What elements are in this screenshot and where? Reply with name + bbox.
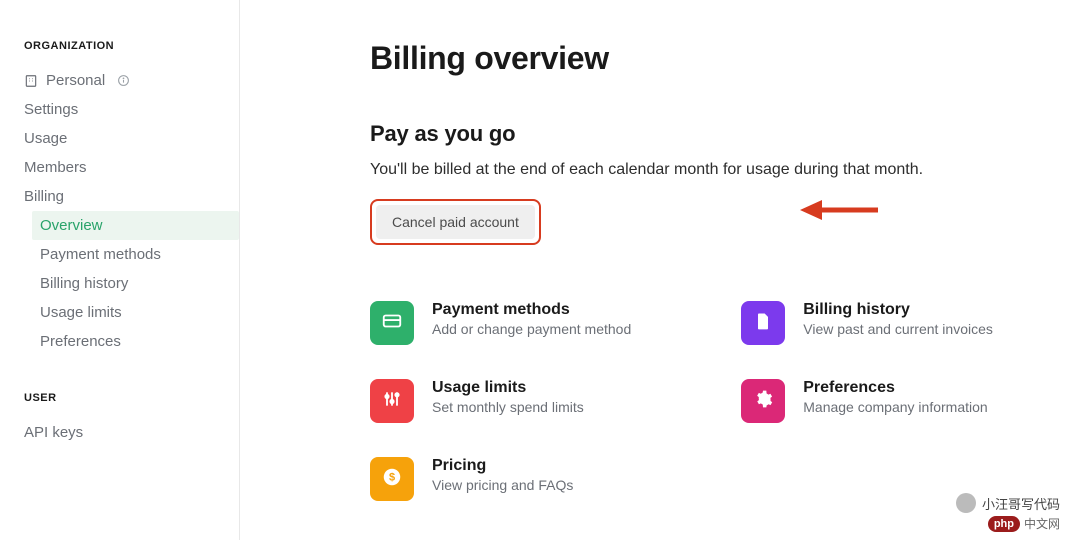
sidebar-header-user: USER bbox=[20, 392, 239, 404]
cards-column-right: Billing history View past and current in… bbox=[741, 301, 993, 501]
watermark-pill: php bbox=[988, 516, 1020, 532]
sidebar-item-label: API keys bbox=[24, 424, 83, 441]
sidebar-subitem-preferences[interactable]: Preferences bbox=[32, 327, 239, 356]
card-usage-limits[interactable]: Usage limits Set monthly spend limits bbox=[370, 379, 631, 423]
card-title: Preferences bbox=[803, 379, 987, 397]
card-desc: Set monthly spend limits bbox=[432, 399, 584, 415]
card-desc: Add or change payment method bbox=[432, 321, 631, 337]
sidebar-item-usage[interactable]: Usage bbox=[20, 124, 239, 153]
card-payment-methods[interactable]: Payment methods Add or change payment me… bbox=[370, 301, 631, 345]
sidebar-item-label: Billing history bbox=[40, 275, 128, 292]
credit-card-icon bbox=[381, 310, 403, 337]
watermark-text-top: 小汪哥写代码 bbox=[982, 494, 1060, 513]
sidebar-item-label: Personal bbox=[46, 72, 105, 89]
sidebar-header-organization: ORGANIZATION bbox=[20, 40, 239, 52]
dollar-icon: $ bbox=[381, 466, 403, 493]
sidebar-item-billing[interactable]: Billing bbox=[20, 182, 239, 211]
info-icon bbox=[117, 74, 130, 87]
card-pricing[interactable]: $ Pricing View pricing and FAQs bbox=[370, 457, 631, 501]
watermark: 小汪哥写代码 php 中文网 bbox=[956, 493, 1060, 532]
sidebar-item-personal[interactable]: Personal bbox=[20, 66, 239, 95]
sidebar-subitem-billing-history[interactable]: Billing history bbox=[32, 269, 239, 298]
sidebar-item-label: Overview bbox=[40, 217, 103, 234]
card-tile: $ bbox=[370, 457, 414, 501]
billing-cards-grid: Payment methods Add or change payment me… bbox=[370, 301, 1080, 501]
card-desc: Manage company information bbox=[803, 399, 987, 415]
annotation-arrow-icon bbox=[800, 195, 880, 230]
card-title: Billing history bbox=[803, 301, 993, 319]
watermark-text-bottom: 中文网 bbox=[1024, 515, 1060, 532]
sidebar-item-label: Payment methods bbox=[40, 246, 161, 263]
card-title: Pricing bbox=[432, 457, 573, 475]
sidebar-subitem-usage-limits[interactable]: Usage limits bbox=[32, 298, 239, 327]
card-title: Payment methods bbox=[432, 301, 631, 319]
sidebar-item-label: Usage limits bbox=[40, 304, 122, 321]
payg-description: You'll be billed at the end of each cale… bbox=[370, 161, 1080, 179]
cards-column-left: Payment methods Add or change payment me… bbox=[370, 301, 631, 501]
sidebar-item-label: Members bbox=[24, 159, 87, 176]
gear-icon bbox=[753, 389, 773, 414]
sidebar-subitem-payment-methods[interactable]: Payment methods bbox=[32, 240, 239, 269]
sidebar: ORGANIZATION Personal Settings Usage Mem… bbox=[20, 0, 240, 540]
card-desc: View past and current invoices bbox=[803, 321, 993, 337]
cancel-highlight-box: Cancel paid account bbox=[370, 199, 541, 245]
card-preferences[interactable]: Preferences Manage company information bbox=[741, 379, 993, 423]
card-billing-history[interactable]: Billing history View past and current in… bbox=[741, 301, 993, 345]
sidebar-item-label: Preferences bbox=[40, 333, 121, 350]
sidebar-item-members[interactable]: Members bbox=[20, 153, 239, 182]
card-tile bbox=[370, 379, 414, 423]
sidebar-item-api-keys[interactable]: API keys bbox=[20, 418, 239, 447]
card-desc: View pricing and FAQs bbox=[432, 477, 573, 493]
sidebar-subitem-overview[interactable]: Overview bbox=[32, 211, 239, 240]
watermark-avatar-icon bbox=[956, 493, 976, 513]
card-tile bbox=[370, 301, 414, 345]
card-tile bbox=[741, 379, 785, 423]
page-title: Billing overview bbox=[370, 40, 1080, 77]
card-title: Usage limits bbox=[432, 379, 584, 397]
file-icon bbox=[753, 311, 773, 336]
sidebar-item-label: Settings bbox=[24, 101, 78, 118]
sidebar-item-label: Billing bbox=[24, 188, 64, 205]
sidebar-item-label: Usage bbox=[24, 130, 67, 147]
cancel-paid-account-button[interactable]: Cancel paid account bbox=[376, 205, 535, 239]
svg-text:$: $ bbox=[389, 471, 395, 483]
sidebar-billing-submenu: Overview Payment methods Billing history… bbox=[32, 211, 239, 356]
building-icon bbox=[24, 74, 38, 88]
section-title-payg: Pay as you go bbox=[370, 121, 1080, 147]
card-tile bbox=[741, 301, 785, 345]
sliders-icon bbox=[382, 389, 402, 414]
sidebar-item-settings[interactable]: Settings bbox=[20, 95, 239, 124]
main-content: Billing overview Pay as you go You'll be… bbox=[240, 0, 1080, 540]
